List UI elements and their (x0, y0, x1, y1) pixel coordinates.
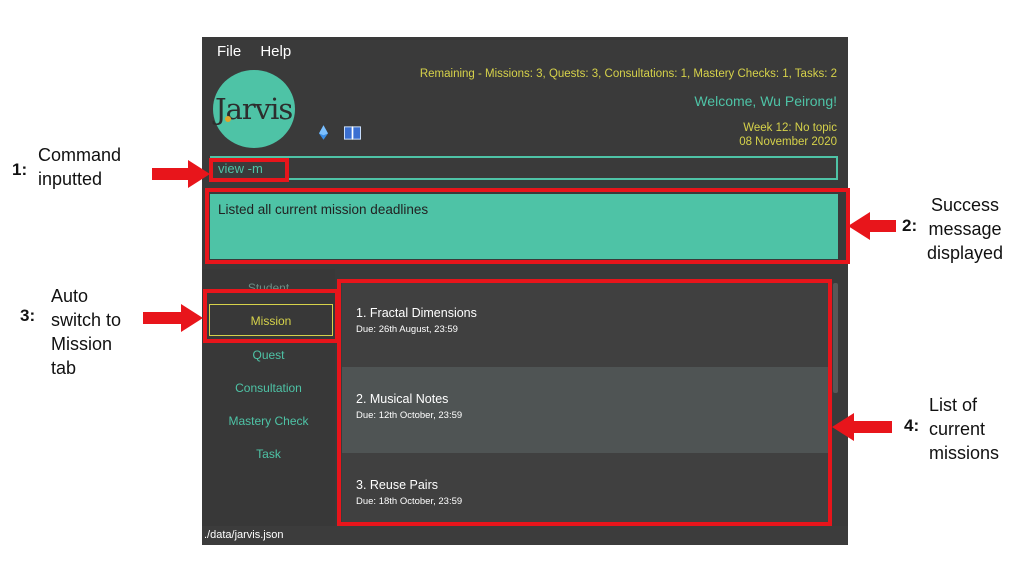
annotation-number: 3: (20, 306, 36, 325)
annotation-line: List of (929, 395, 978, 415)
annotation-number: 2: (902, 216, 918, 235)
menu-help[interactable]: Help (260, 43, 291, 60)
status-bar: ./data/jarvis.json (202, 526, 848, 545)
annotation-text: Success message displayed (927, 193, 1003, 265)
arrow-left-icon (848, 212, 896, 240)
annotation-number: 1: (12, 160, 28, 179)
annotation-line: message (928, 219, 1002, 239)
logo-dot-icon (225, 116, 231, 122)
gem-icon (319, 125, 328, 140)
data-file-path: ./data/jarvis.json (204, 529, 284, 541)
tab-quest[interactable]: Quest (202, 348, 335, 362)
tab-task[interactable]: Task (202, 447, 335, 461)
annotation-line: switch to (51, 310, 122, 330)
tab-consultation[interactable]: Consultation (202, 381, 335, 395)
annotation-line: Auto (51, 286, 89, 306)
highlight-mission-tab (203, 289, 339, 343)
book-icon (344, 125, 361, 140)
highlight-mission-list (337, 279, 832, 526)
annotation-line: inputted (38, 169, 103, 189)
list-scrollbar[interactable] (833, 283, 838, 393)
date-text: 08 November 2020 (739, 136, 837, 148)
annotation-text: List of current missions (929, 393, 999, 465)
highlight-command (209, 158, 289, 182)
annotation-line: Command (38, 145, 122, 165)
annotation-line: current (929, 419, 986, 439)
tab-mastery-check[interactable]: Mastery Check (202, 414, 335, 428)
annotation-line: missions (929, 443, 1000, 463)
arrow-left-icon (832, 413, 892, 441)
annotation-number: 4: (904, 416, 920, 435)
annotation-line: Success (931, 195, 1000, 215)
arrow-right-icon (152, 160, 210, 188)
week-text: Week 12: No topic (743, 122, 837, 134)
annotation-line: Mission (51, 334, 113, 354)
command-input[interactable] (210, 156, 838, 180)
menu-file[interactable]: File (217, 43, 241, 60)
status-icons (319, 125, 361, 140)
annotation-text: Auto switch to Mission tab (51, 284, 121, 380)
menu-bar: File Help (217, 43, 306, 60)
annotation-text: Command inputted (38, 143, 121, 191)
jarvis-logo: Jarvis (213, 70, 295, 148)
annotation-line: displayed (927, 243, 1004, 263)
arrow-right-icon (143, 304, 203, 332)
highlight-result (205, 188, 850, 264)
annotation-line: tab (51, 358, 77, 378)
remaining-summary: Remaining - Missions: 3, Quests: 3, Cons… (419, 68, 837, 80)
welcome-text: Welcome, Wu Peirong! (694, 93, 837, 109)
